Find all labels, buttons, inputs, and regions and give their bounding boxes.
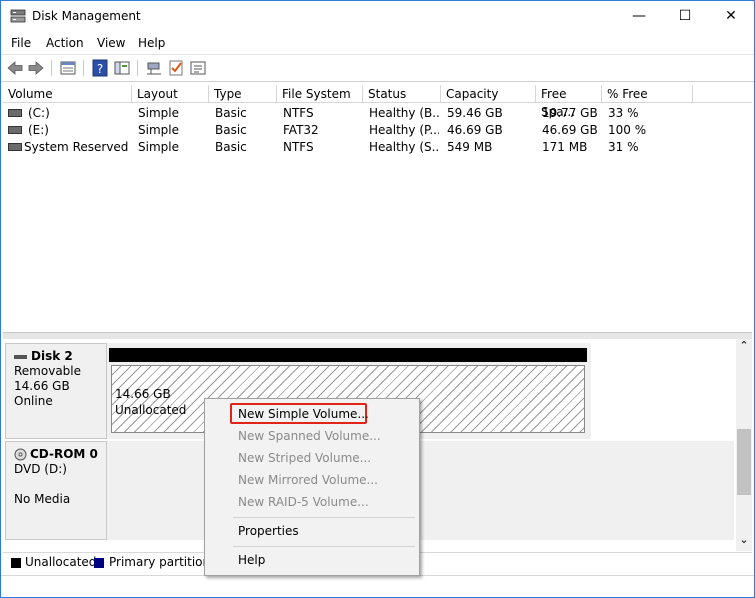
column-header-capacity[interactable]: Capacity: [441, 85, 536, 103]
close-button[interactable]: ✕: [708, 1, 754, 31]
cell-file-system: FAT32: [283, 123, 319, 137]
cell-file-system: NTFS: [283, 140, 314, 154]
status-bar: [1, 575, 754, 598]
scroll-down-icon[interactable]: ⌄: [736, 534, 752, 549]
cell-type: Basic: [215, 123, 247, 137]
disk-type: Removable: [14, 364, 82, 378]
menu-item-new-spanned-volume[interactable]: New Spanned Volume...: [238, 428, 381, 444]
cell-status: Healthy (P...: [369, 123, 439, 137]
title-bar: Disk Management — ☐ ✕: [1, 1, 754, 31]
menu-help[interactable]: Help: [138, 36, 165, 50]
disk-name: Disk 2: [31, 349, 73, 363]
cdrom-icon: [14, 448, 27, 461]
cell-volume: System Reserved: [24, 140, 129, 154]
disk-state: No Media: [14, 492, 71, 506]
cell-volume: (C:): [28, 106, 50, 120]
menu-item-help[interactable]: Help: [238, 552, 265, 568]
cell-status: Healthy (B...: [369, 106, 439, 120]
drive-icon: [8, 109, 22, 117]
scroll-thumb[interactable]: [737, 429, 751, 495]
close-icon: ✕: [725, 8, 737, 24]
cell-volume: (E:): [28, 123, 49, 137]
menu-item-properties[interactable]: Properties: [238, 523, 299, 539]
cell-percent-free: 31 %: [608, 140, 639, 154]
legend-label-unallocated: Unallocated: [25, 555, 97, 569]
minimize-icon: —: [632, 8, 646, 24]
column-header-percent-free[interactable]: % Free: [602, 85, 693, 103]
cell-capacity: 549 MB: [447, 140, 493, 154]
column-header-status[interactable]: Status: [363, 85, 441, 103]
unallocated-bar: [109, 348, 587, 362]
toolbar-separator: [51, 60, 52, 76]
cell-type: Basic: [215, 140, 247, 154]
column-header-free-space[interactable]: Free Spa...: [536, 85, 602, 119]
menu-file[interactable]: File: [11, 36, 31, 50]
check-icon[interactable]: [167, 59, 185, 77]
volume-list[interactable]: Volume Layout Type File System Status Ca…: [3, 85, 752, 331]
disk-type: DVD (D:): [14, 462, 67, 476]
cell-layout: Simple: [138, 123, 179, 137]
disk-2-info[interactable]: Disk 2 Removable 14.66 GB Online: [5, 343, 107, 439]
connect-icon[interactable]: [145, 59, 163, 77]
cell-free-space: 171 MB: [542, 140, 588, 154]
cell-capacity: 59.46 GB: [447, 106, 503, 120]
toolbar: ?: [1, 54, 754, 82]
cell-file-system: NTFS: [283, 106, 314, 120]
back-arrow-icon[interactable]: [6, 59, 24, 77]
toolbar-separator: [83, 60, 84, 76]
column-header-file-system[interactable]: File System: [277, 85, 363, 103]
menu-action[interactable]: Action: [46, 36, 84, 50]
scroll-up-icon[interactable]: ⌃: [736, 339, 752, 353]
disk-management-app-icon: [10, 9, 26, 23]
cell-capacity: 46.69 GB: [447, 123, 503, 137]
toolbar-separator: [137, 60, 138, 76]
svg-text:?: ?: [97, 62, 103, 76]
column-header-layout[interactable]: Layout: [132, 85, 209, 103]
removable-disk-icon: [14, 354, 27, 359]
cell-layout: Simple: [138, 140, 179, 154]
column-header-type[interactable]: Type: [209, 85, 277, 103]
menu-item-new-striped-volume[interactable]: New Striped Volume...: [238, 450, 371, 466]
cell-status: Healthy (S...: [369, 140, 439, 154]
help-icon[interactable]: ?: [91, 59, 109, 77]
cdrom-0-info[interactable]: CD-ROM 0 DVD (D:) No Media: [5, 441, 107, 540]
console-tree-icon[interactable]: [113, 59, 131, 77]
disk-size: 14.66 GB: [14, 379, 70, 393]
forward-arrow-icon[interactable]: [27, 59, 45, 77]
partition-label: Unallocated: [115, 403, 187, 417]
drive-icon: [8, 143, 22, 151]
menu-separator: [233, 517, 415, 518]
disk-list-icon[interactable]: [59, 59, 77, 77]
cdrom-0-area: [107, 441, 734, 540]
disk-name: CD-ROM 0: [30, 447, 98, 461]
column-header-empty: [693, 85, 752, 103]
disk-state: Online: [14, 394, 53, 408]
partition-size: 14.66 GB: [115, 387, 171, 401]
context-menu: New Simple Volume... New Spanned Volume.…: [204, 398, 420, 576]
menu-item-new-mirrored-volume[interactable]: New Mirrored Volume...: [238, 472, 378, 488]
properties-icon[interactable]: [189, 59, 207, 77]
cell-free-space: 19.77 GB: [542, 106, 598, 120]
maximize-button[interactable]: ☐: [662, 1, 708, 31]
menu-bar: File Action View Help: [1, 32, 754, 54]
cell-type: Basic: [215, 106, 247, 120]
drive-icon: [8, 126, 22, 134]
unallocated-legend-swatch: [11, 558, 21, 568]
cell-percent-free: 33 %: [608, 106, 639, 120]
menu-item-new-raid5-volume[interactable]: New RAID-5 Volume...: [238, 494, 369, 510]
vertical-scrollbar[interactable]: ⌃ ⌄: [736, 339, 752, 551]
window-title: Disk Management: [32, 9, 141, 23]
menu-item-new-simple-volume[interactable]: New Simple Volume...: [238, 406, 369, 422]
legend-label-primary-partition: Primary partition: [109, 555, 211, 569]
primary-partition-legend-swatch: [94, 558, 104, 568]
cell-percent-free: 100 %: [608, 123, 647, 137]
minimize-button[interactable]: —: [616, 1, 662, 31]
column-header-volume[interactable]: Volume: [3, 85, 132, 103]
cell-layout: Simple: [138, 106, 179, 120]
menu-view[interactable]: View: [97, 36, 125, 50]
maximize-icon: ☐: [678, 8, 692, 24]
cell-free-space: 46.69 GB: [542, 123, 598, 137]
menu-separator: [233, 546, 415, 547]
